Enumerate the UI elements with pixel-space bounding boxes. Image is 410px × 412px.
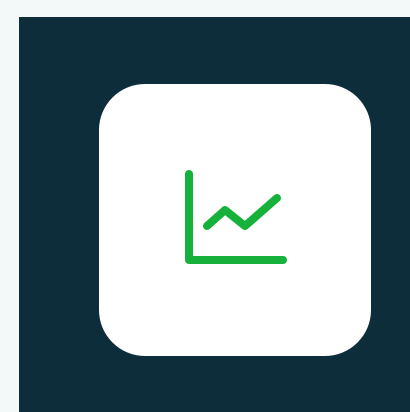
page-background xyxy=(0,0,410,412)
chart-line-icon xyxy=(185,170,287,264)
app-icon-tile[interactable] xyxy=(99,84,371,356)
dark-panel xyxy=(19,17,410,412)
